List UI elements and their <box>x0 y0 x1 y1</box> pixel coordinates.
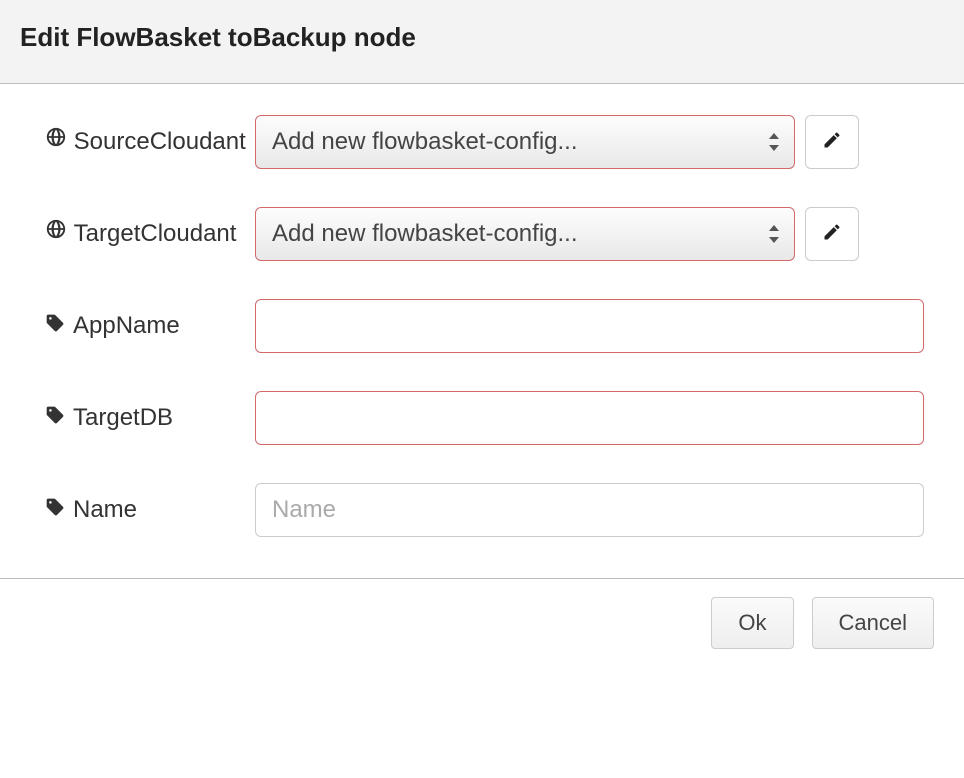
label-text-name: Name <box>73 496 137 524</box>
row-app-name: AppName <box>45 298 924 354</box>
select-source-cloudant[interactable]: Add new flowbasket-config... <box>255 115 795 169</box>
target-db-input[interactable] <box>255 391 924 445</box>
ok-button[interactable]: Ok <box>711 597 793 649</box>
dialog-footer: Ok Cancel <box>0 578 964 667</box>
label-text-source-cloudant: SourceCloudant <box>74 128 246 156</box>
label-source-cloudant: SourceCloudant <box>45 126 255 159</box>
select-target-cloudant[interactable]: Add new flowbasket-config... <box>255 207 795 261</box>
select-source-cloudant-value: Add new flowbasket-config... <box>272 128 578 156</box>
edit-source-cloudant-button[interactable] <box>805 115 859 169</box>
cancel-button[interactable]: Cancel <box>812 597 934 649</box>
label-name: Name <box>45 496 255 525</box>
row-source-cloudant: SourceCloudant Add new flowbasket-config… <box>45 114 924 170</box>
edit-target-cloudant-button[interactable] <box>805 207 859 261</box>
ok-button-label: Ok <box>738 610 766 636</box>
label-text-target-cloudant: TargetCloudant <box>74 220 237 248</box>
tag-icon <box>45 496 65 524</box>
label-app-name: AppName <box>45 312 255 341</box>
name-input[interactable] <box>255 483 924 537</box>
app-name-input[interactable] <box>255 299 924 353</box>
label-target-db: TargetDB <box>45 404 255 433</box>
label-text-target-db: TargetDB <box>73 404 173 432</box>
tag-icon <box>45 404 65 432</box>
label-target-cloudant: TargetCloudant <box>45 218 255 251</box>
row-name: Name <box>45 482 924 538</box>
dialog-title: Edit FlowBasket toBackup node <box>20 22 944 53</box>
label-text-app-name: AppName <box>73 312 180 340</box>
tag-icon <box>45 312 65 340</box>
globe-icon <box>45 126 67 153</box>
form-body: SourceCloudant Add new flowbasket-config… <box>0 84 964 578</box>
pencil-icon <box>822 222 842 247</box>
select-target-cloudant-value: Add new flowbasket-config... <box>272 220 578 248</box>
pencil-icon <box>822 130 842 155</box>
row-target-db: TargetDB <box>45 390 924 446</box>
cancel-button-label: Cancel <box>839 610 907 636</box>
globe-icon <box>45 218 67 245</box>
row-target-cloudant: TargetCloudant Add new flowbasket-config… <box>45 206 924 262</box>
dialog-header: Edit FlowBasket toBackup node <box>0 0 964 84</box>
